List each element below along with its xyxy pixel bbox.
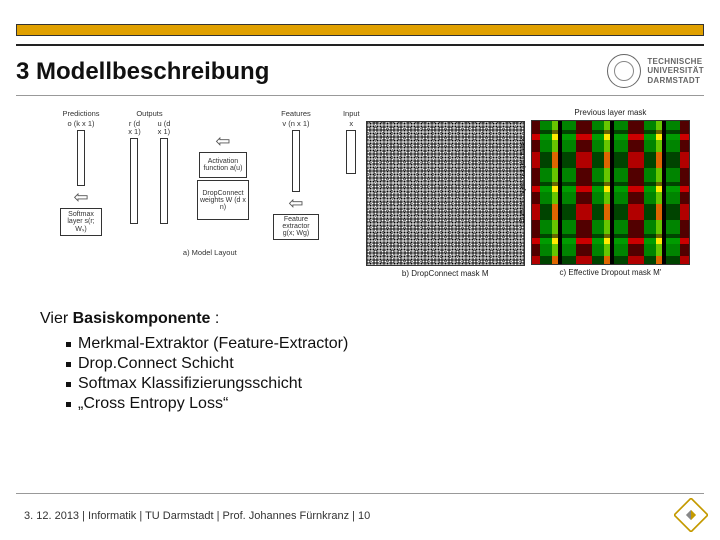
intro-suffix: :	[210, 310, 219, 327]
predictions-group: Predictions o (k x 1) ⇦ Softmax layer s(…	[60, 110, 102, 236]
footer-text: 3. 12. 2013 | Informatik | TU Darmstadt …	[24, 510, 370, 522]
r-vector	[130, 138, 138, 224]
mask-noise	[366, 121, 525, 266]
panel-a-caption: a) Model Layout	[183, 249, 237, 257]
panel-c-top-label: Previous layer mask	[574, 108, 646, 117]
features-label: Features	[281, 110, 311, 118]
u-vector	[160, 138, 168, 224]
panel-b-dropconnect-mask: b) DropConnect mask M	[366, 108, 525, 293]
arrow-left-icon: ⇦	[73, 188, 88, 206]
bullet-list: Merkmal-Extraktor (Feature-Extractor) Dr…	[40, 334, 680, 414]
university-name: TECHNISCHE UNIVERSITÄT DARMSTADT	[647, 57, 704, 85]
rule-top	[16, 44, 704, 46]
predictions-label: Predictions	[62, 110, 99, 118]
mask-tartan	[531, 120, 690, 265]
predictions-dim: o (k x 1)	[67, 120, 94, 128]
outputs-group: Outputs r (d x 1) u (d x 1)	[126, 110, 173, 224]
outputs-u: u (d x 1)	[155, 120, 173, 136]
rule-under-title	[16, 95, 704, 96]
middle-boxes: ⇦ Activation function a(u) DropConnect w…	[197, 132, 249, 220]
logo-line1: TECHNISCHE	[647, 57, 704, 66]
panel-c-dropout-mask: Previous layer mask Current layer output…	[531, 108, 690, 293]
features-dim: v (n x 1)	[282, 120, 309, 128]
arrow-left-icon: ⇦	[288, 194, 303, 212]
panel-c-side-label: Current layer output mask	[517, 137, 526, 223]
list-item: Drop.Connect Schicht	[66, 354, 680, 374]
extractor-box: Feature extractor g(x; Wg)	[273, 214, 319, 240]
input-label: Input	[343, 110, 360, 118]
list-item: „Cross Entropy Loss“	[66, 394, 680, 414]
input-vector	[346, 130, 356, 174]
dropconnect-box: DropConnect weights W (d x n)	[197, 180, 249, 220]
figure: Predictions o (k x 1) ⇦ Softmax layer s(…	[60, 108, 690, 293]
nav-diamond-icon	[674, 498, 708, 532]
panel-a-model-layout: Predictions o (k x 1) ⇦ Softmax layer s(…	[60, 108, 360, 293]
outputs-r: r (d x 1)	[126, 120, 143, 136]
rule-bottom	[16, 493, 704, 494]
panel-b-caption: b) DropConnect mask M	[402, 269, 489, 278]
logo-line2: UNIVERSITÄT	[647, 66, 704, 75]
logo-line3: DARMSTADT	[647, 76, 704, 85]
outputs-label: Outputs	[136, 110, 162, 118]
body-content: Vier Basiskomponente : Merkmal-Extraktor…	[40, 310, 680, 414]
features-vector	[292, 130, 300, 192]
list-item: Softmax Klassifizierungsschicht	[66, 374, 680, 394]
accent-bar	[16, 24, 704, 36]
intro-bold: Basiskomponente	[73, 310, 211, 327]
features-group: Features v (n x 1) ⇦ Feature extractor g…	[273, 110, 319, 240]
predictions-vector	[77, 130, 85, 186]
intro-prefix: Vier	[40, 310, 73, 327]
arrow-left-icon: ⇦	[215, 132, 230, 150]
intro-line: Vier Basiskomponente :	[40, 310, 680, 328]
list-item: Merkmal-Extraktor (Feature-Extractor)	[66, 334, 680, 354]
softmax-box: Softmax layer s(r; Wₛ)	[60, 208, 102, 236]
athena-seal-icon	[607, 54, 641, 88]
input-dim: x	[349, 120, 353, 128]
activation-box: Activation function a(u)	[199, 152, 247, 178]
slide-title: 3 Modellbeschreibung	[16, 58, 269, 86]
university-logo: TECHNISCHE UNIVERSITÄT DARMSTADT	[607, 54, 704, 88]
input-group: Input x	[343, 110, 360, 174]
panel-c-caption: c) Effective Dropout mask M'	[559, 268, 661, 277]
